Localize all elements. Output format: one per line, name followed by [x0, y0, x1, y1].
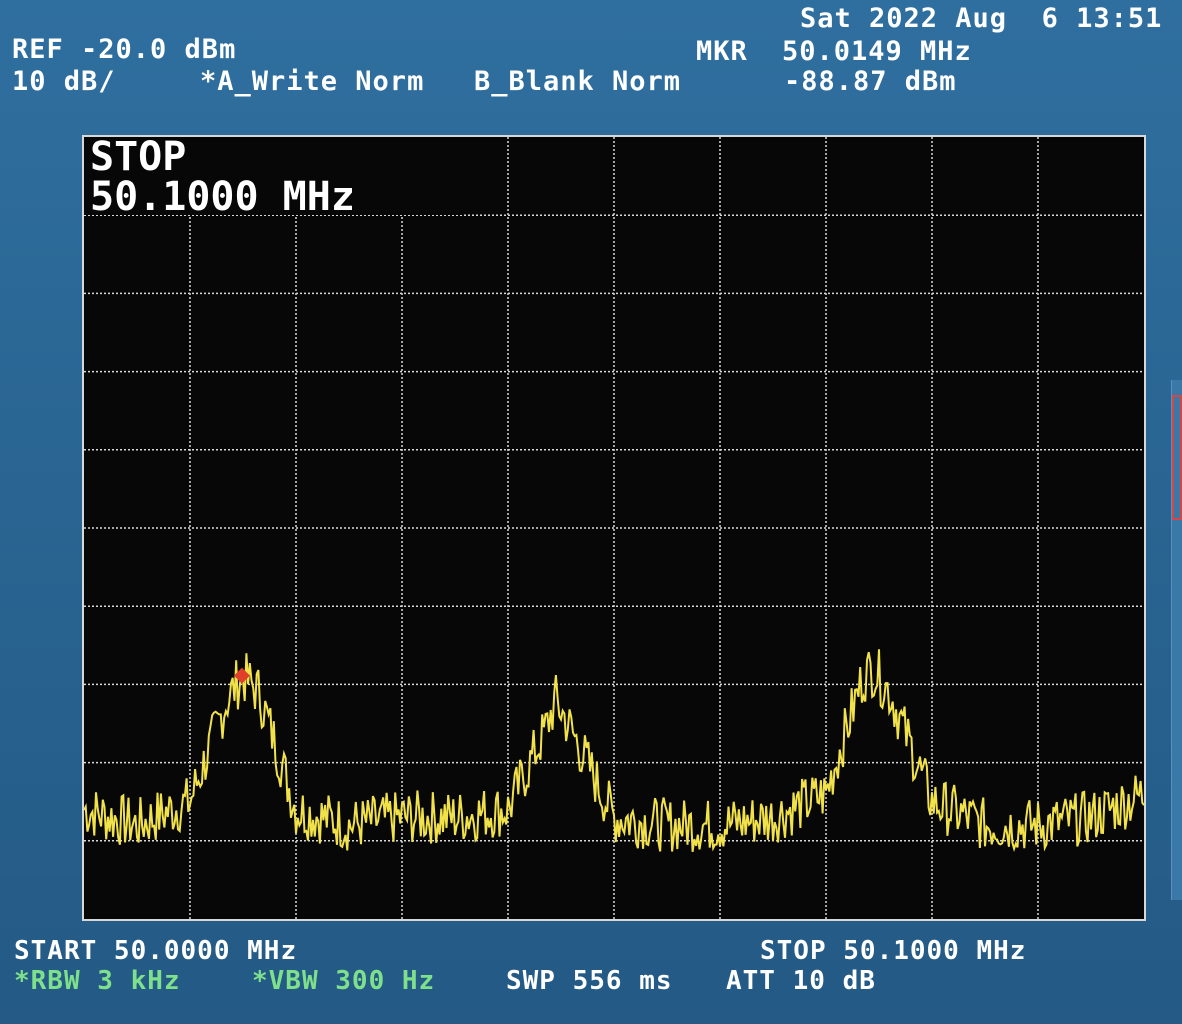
annotation-value: 50.1000 MHz [90, 174, 355, 220]
sweep-time: SWP 556 ms [506, 966, 673, 996]
side-indicator [1172, 395, 1182, 520]
video-bandwidth: *VBW 300 Hz [252, 966, 436, 996]
marker-amplitude: -88.87 dBm [784, 66, 957, 97]
stop-annotation: STOP 50.1000 MHz [84, 134, 464, 220]
annotation-label: STOP [90, 134, 187, 180]
marker-label: MKR [696, 36, 748, 67]
scale-per-division: 10 dB/ [12, 66, 116, 97]
start-frequency: START 50.0000 MHz [14, 936, 298, 966]
stop-frequency: STOP 50.1000 MHz [760, 936, 1027, 966]
reference-level: REF -20.0 dBm [12, 34, 237, 65]
spectrum-display[interactable]: STOP 50.1000 MHz [82, 135, 1146, 921]
graticule [84, 137, 1144, 919]
spectrum-plot [84, 137, 1144, 919]
trace-b-mode: B_Blank Norm [474, 66, 682, 97]
input-attenuation: ATT 10 dB [726, 966, 876, 996]
marker-frequency: 50.0149 MHz [782, 36, 972, 67]
datetime: Sat 2022 Aug 6 13:51 [800, 3, 1163, 34]
resolution-bandwidth: *RBW 3 kHz [14, 966, 181, 996]
trace-a-mode: *A_Write Norm [200, 66, 425, 97]
